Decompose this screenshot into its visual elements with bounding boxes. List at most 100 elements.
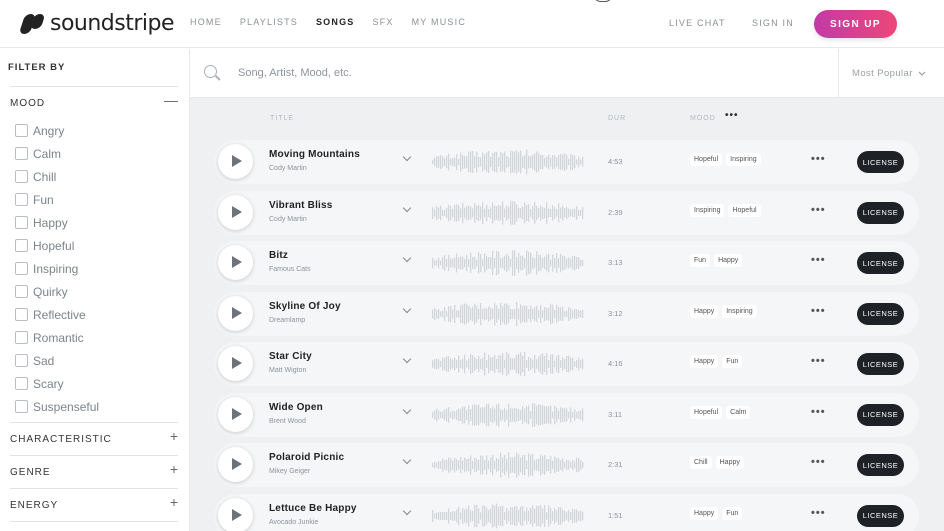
song-artist[interactable]: Cody Martin — [269, 165, 307, 172]
mood-option-romantic[interactable]: Romantic — [15, 326, 99, 349]
column-header-duration[interactable]: DUR — [608, 115, 626, 122]
play-button[interactable] — [218, 295, 253, 331]
waveform[interactable] — [432, 249, 584, 277]
more-options-icon[interactable]: ••• — [811, 355, 826, 367]
mood-tag[interactable]: Chill — [690, 456, 712, 469]
checkbox[interactable] — [15, 193, 28, 206]
chevron-down-icon[interactable] — [402, 506, 412, 515]
nav-playlists[interactable]: PLAYLISTS — [240, 17, 298, 27]
more-options-icon[interactable]: ••• — [811, 305, 826, 317]
license-button[interactable]: LICENSE — [857, 454, 904, 476]
nav-sfx[interactable]: SFX — [372, 17, 393, 27]
mood-tag[interactable]: Hopeful — [728, 203, 761, 217]
mood-tag[interactable]: Calm — [726, 405, 751, 419]
checkbox[interactable] — [15, 308, 28, 321]
play-button[interactable] — [218, 396, 253, 432]
song-artist[interactable]: Famous Cats — [269, 266, 311, 273]
nav-home[interactable]: HOME — [190, 17, 222, 27]
checkbox[interactable] — [15, 170, 28, 183]
mood-option-fun[interactable]: Fun — [15, 188, 99, 211]
chevron-down-icon[interactable] — [402, 304, 412, 313]
license-button[interactable]: LICENSE — [857, 403, 904, 426]
waveform[interactable] — [432, 502, 584, 530]
checkbox[interactable] — [15, 216, 28, 229]
license-button[interactable]: LICENSE — [857, 151, 904, 173]
checkbox[interactable] — [15, 400, 28, 413]
song-title[interactable]: Moving Mountains — [269, 149, 360, 160]
checkbox[interactable] — [15, 147, 28, 160]
song-artist[interactable]: Dreamlamp — [269, 317, 305, 324]
mood-option-happy[interactable]: Happy — [15, 211, 99, 234]
mood-tag[interactable]: Happy — [690, 506, 719, 520]
waveform[interactable] — [432, 148, 584, 176]
mood-tag[interactable]: Fun — [690, 254, 711, 267]
collapse-icon[interactable]: — — [164, 92, 178, 108]
mood-option-inspiring[interactable]: Inspiring — [15, 257, 99, 280]
more-options-icon[interactable]: ••• — [811, 406, 826, 418]
song-title[interactable]: Skyline Of Joy — [269, 301, 341, 312]
live-chat-link[interactable]: LIVE CHAT — [669, 18, 726, 28]
energy-section[interactable]: ENERGY + — [10, 488, 178, 521]
mood-tag[interactable]: Hopeful — [690, 405, 723, 419]
mood-section[interactable]: MOOD — — [10, 86, 178, 118]
chevron-down-icon[interactable] — [402, 405, 412, 414]
mood-tag[interactable]: Happy — [715, 456, 744, 469]
mood-option-hopeful[interactable]: Hopeful — [15, 234, 99, 257]
song-title[interactable]: Bitz — [269, 250, 288, 261]
license-button[interactable]: LICENSE — [857, 302, 904, 325]
nav-songs[interactable]: SONGS — [316, 17, 355, 27]
checkbox[interactable] — [15, 377, 28, 390]
chevron-down-icon[interactable] — [402, 455, 412, 465]
play-button[interactable] — [218, 497, 253, 531]
play-button[interactable] — [218, 245, 253, 280]
mood-tag[interactable]: Inspiring — [726, 153, 761, 166]
expand-icon[interactable]: + — [170, 461, 178, 477]
more-options-icon[interactable]: ••• — [725, 110, 739, 121]
mood-option-quirky[interactable]: Quirky — [15, 280, 99, 303]
waveform[interactable] — [432, 199, 584, 227]
chevron-down-icon[interactable] — [402, 152, 412, 162]
expand-icon[interactable]: + — [170, 494, 178, 510]
logo[interactable]: soundstripe — [18, 11, 175, 36]
song-title[interactable]: Polaroid Picnic — [269, 452, 344, 463]
license-button[interactable]: LICENSE — [857, 353, 904, 375]
license-button[interactable]: LICENSE — [857, 201, 904, 224]
chevron-down-icon[interactable] — [402, 354, 412, 364]
expand-icon[interactable]: + — [170, 428, 178, 444]
song-row[interactable]: Lettuce Be Happy Avocado Junkie 1:51 Hap… — [214, 493, 919, 531]
mood-tag[interactable]: Inspiring — [722, 304, 757, 318]
waveform[interactable] — [432, 350, 584, 378]
characteristic-section[interactable]: CHARACTERISTIC + — [10, 422, 178, 455]
nav-my-music[interactable]: MY MUSIC — [412, 17, 466, 27]
mood-option-reflective[interactable]: Reflective — [15, 303, 99, 326]
play-button[interactable] — [218, 346, 253, 381]
song-title[interactable]: Lettuce Be Happy — [269, 503, 357, 514]
play-button[interactable] — [218, 447, 253, 482]
more-options-icon[interactable]: ••• — [811, 153, 826, 165]
mood-tag[interactable]: Hopeful — [690, 153, 723, 166]
song-artist[interactable]: Mikey Geiger — [269, 468, 310, 475]
mood-option-angry[interactable]: Angry — [15, 119, 99, 142]
more-options-icon[interactable]: ••• — [811, 456, 826, 468]
mood-option-scary[interactable]: Scary — [15, 372, 99, 395]
mood-tag[interactable]: Fun — [722, 506, 743, 520]
mood-option-suspenseful[interactable]: Suspenseful — [15, 395, 99, 418]
song-row[interactable]: Bitz Famous Cats 3:13 Fun Happy ••• LICEN… — [214, 241, 919, 285]
genre-section[interactable]: GENRE + — [10, 455, 178, 488]
search-input[interactable] — [238, 63, 818, 83]
song-row[interactable]: Polaroid Picnic Mikey Geiger 2:31 Chill H… — [214, 443, 919, 487]
checkbox[interactable] — [15, 262, 28, 275]
mood-tag[interactable]: Fun — [722, 355, 743, 368]
more-options-icon[interactable]: ••• — [811, 507, 826, 519]
song-artist[interactable]: Cody Martin — [269, 216, 307, 223]
song-row[interactable]: Wide Open Brent Wood 3:11 Hopeful Calm ••… — [214, 392, 919, 437]
checkbox[interactable] — [15, 124, 28, 137]
mood-tag[interactable]: Happy — [690, 304, 719, 318]
waveform[interactable] — [432, 300, 584, 328]
waveform[interactable] — [432, 451, 584, 479]
checkbox[interactable] — [15, 354, 28, 367]
mood-option-calm[interactable]: Calm — [15, 142, 99, 165]
checkbox[interactable] — [15, 285, 28, 298]
song-row[interactable]: Moving Mountains Cody Martin 4:53 Hopefu… — [214, 140, 919, 184]
mood-option-sad[interactable]: Sad — [15, 349, 99, 372]
